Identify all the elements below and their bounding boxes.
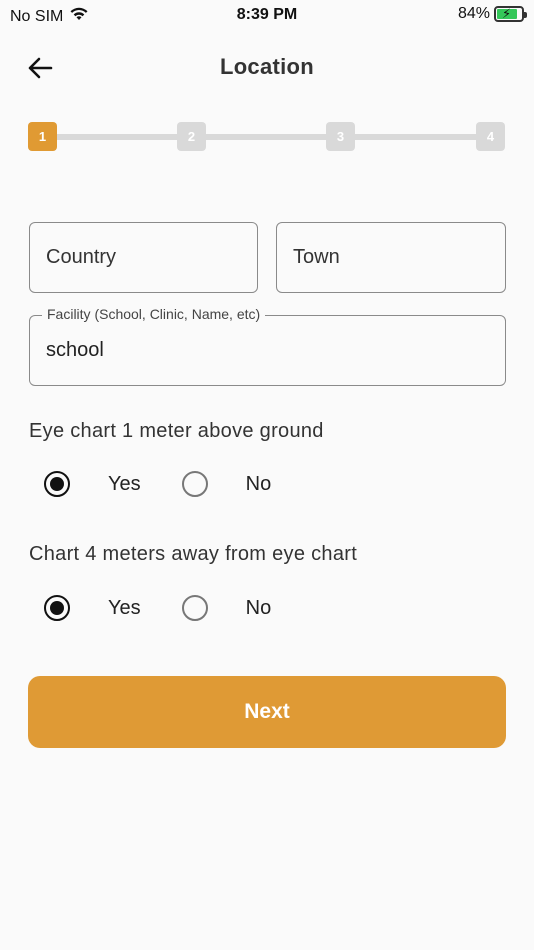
radio-no-label: No: [245, 596, 272, 619]
facility-field[interactable]: Facility (School, Clinic, Name, etc): [29, 306, 506, 386]
radio-group-eye-chart-height: Yes No: [44, 470, 271, 498]
battery-icon: ⚡: [494, 6, 527, 22]
next-button[interactable]: Next: [28, 676, 506, 748]
battery-status: 84% ⚡: [457, 5, 527, 23]
radio-yes-label: Yes: [108, 596, 141, 619]
question-chart-distance: Chart 4 meters away from eye chart: [29, 543, 358, 565]
status-bar: No SIM 8:39 PM 84% ⚡: [0, 0, 534, 32]
radio-no-label: No: [245, 472, 272, 495]
step-2[interactable]: 2: [177, 122, 206, 151]
progress-stepper: 1 2 3 4: [28, 122, 506, 152]
radio-group-chart-distance: Yes No: [44, 594, 271, 622]
step-4[interactable]: 4: [476, 122, 505, 151]
radio-no[interactable]: [181, 471, 208, 497]
clock: 8:39 PM: [236, 6, 298, 23]
radio-yes-label: Yes: [108, 472, 141, 495]
step-3[interactable]: 3: [326, 122, 355, 151]
radio-yes[interactable]: [44, 471, 70, 497]
radio-no[interactable]: [181, 595, 208, 621]
question-eye-chart-height: Eye chart 1 meter above ground: [29, 420, 324, 442]
country-input[interactable]: [30, 223, 257, 292]
facility-label: Facility (School, Clinic, Name, etc): [42, 306, 266, 322]
country-field[interactable]: [29, 222, 258, 293]
stepper-track: [38, 134, 496, 140]
page-title: Location: [219, 54, 315, 79]
town-input[interactable]: [277, 223, 505, 292]
step-1[interactable]: 1: [28, 122, 57, 151]
radio-yes[interactable]: [44, 595, 70, 621]
facility-input[interactable]: [30, 316, 505, 385]
charging-bolt-icon: ⚡: [502, 6, 512, 21]
town-field[interactable]: [276, 222, 506, 293]
battery-percent: 84%: [457, 5, 490, 22]
